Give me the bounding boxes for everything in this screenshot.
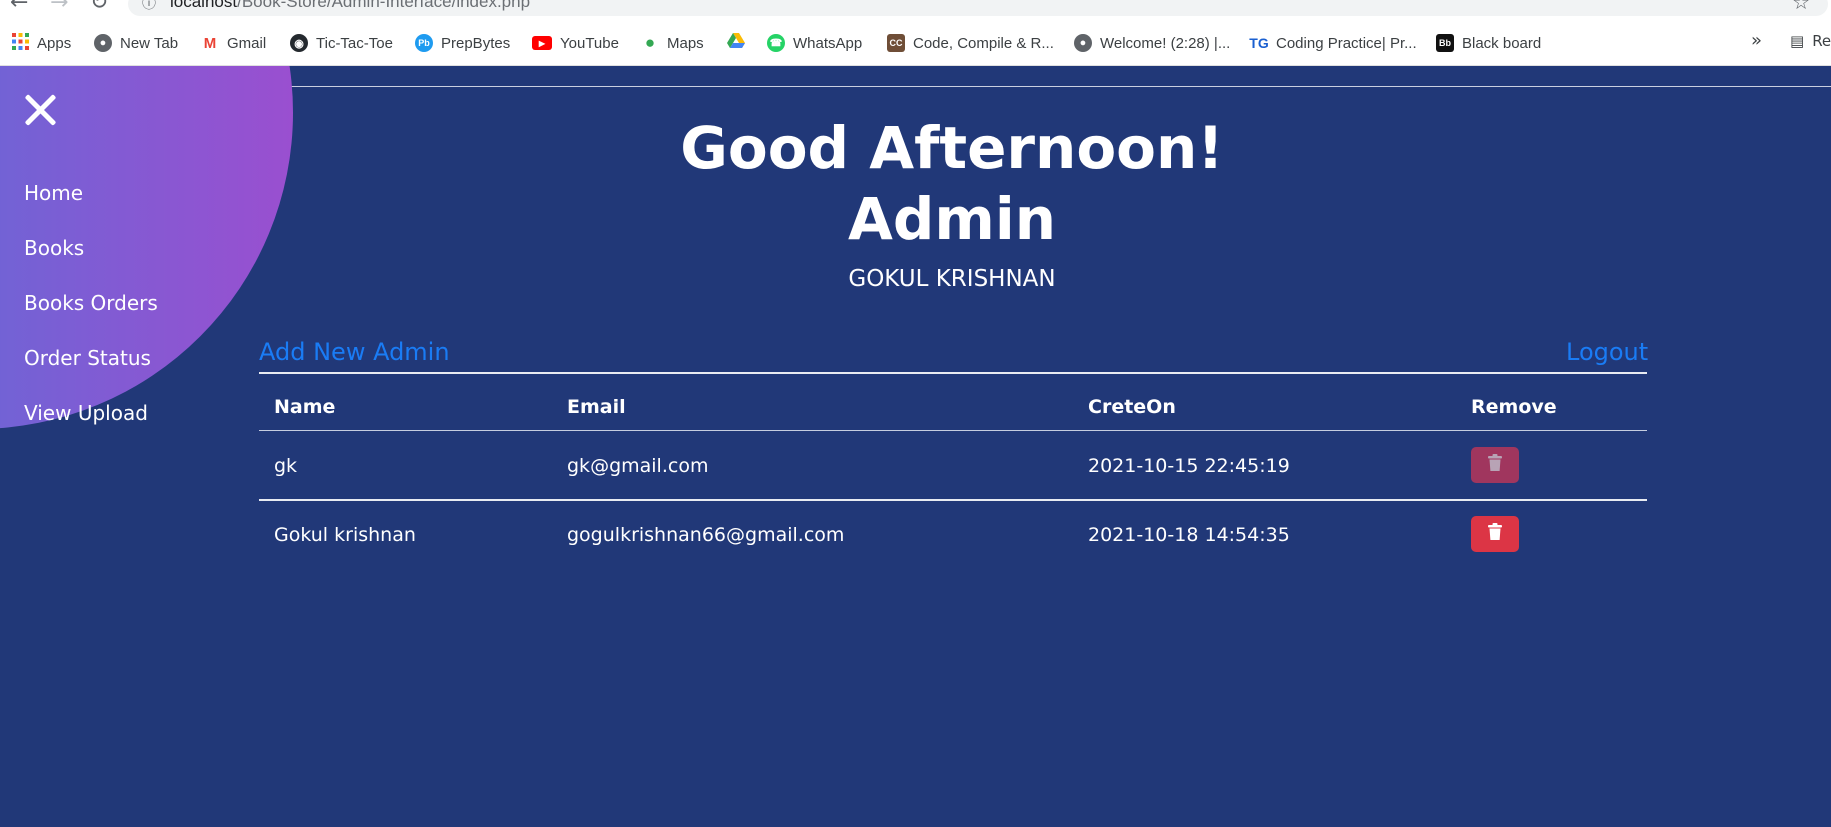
bookmark-star-icon[interactable]: ☆	[1792, 0, 1810, 14]
logout-link[interactable]: Logout	[1566, 338, 1648, 366]
address-bar[interactable]: ⓘ localhost/Book-Store/Admin-Interface/i…	[128, 0, 1828, 16]
apps-grid-icon	[12, 32, 29, 54]
role-heading: Admin	[847, 185, 1056, 253]
bookmark-new-tab[interactable]: ● New Tab	[94, 28, 178, 58]
sidebar-nav: Home Books Books Orders Order Status Vie…	[24, 178, 158, 453]
github-icon: ◉	[290, 34, 308, 52]
bookmark-google-drive[interactable]	[727, 28, 745, 58]
admin-user-name: GOKUL KRISHNAN	[848, 266, 1056, 292]
browser-nav-row: ← → ↻ ⓘ localhost/Book-Store/Admin-Inter…	[0, 0, 1831, 24]
bookmark-gmail[interactable]: M Gmail	[201, 28, 266, 58]
cell-email: gk@gmail.com	[567, 455, 709, 477]
table-header-rule	[259, 430, 1647, 431]
bookmark-maps[interactable]: ● Maps	[641, 28, 704, 58]
blackboard-icon: Bb	[1436, 34, 1454, 52]
sidebar-item-order-status[interactable]: Order Status	[24, 343, 158, 398]
column-header-name: Name	[274, 396, 336, 418]
bookmark-label: WhatsApp	[793, 34, 863, 52]
bookmark-label: Maps	[667, 34, 704, 52]
close-menu-icon[interactable]	[20, 90, 60, 130]
browser-chrome: ← → ↻ ⓘ localhost/Book-Store/Admin-Inter…	[0, 0, 1831, 66]
sidebar-item-home[interactable]: Home	[24, 178, 158, 233]
cell-email: gogulkrishnan66@gmail.com	[567, 524, 845, 546]
youtube-icon: ▶	[532, 36, 552, 50]
whatsapp-icon: ☎	[767, 34, 785, 52]
bookmark-prepbytes[interactable]: Pb PrepBytes	[415, 28, 510, 58]
bookmark-apps[interactable]: Apps	[12, 28, 71, 58]
table-top-rule	[259, 372, 1647, 374]
bookmarks-bar: Apps ● New Tab M Gmail ◉ Tic-Tac-Toe Pb …	[0, 28, 1831, 58]
url-host: localhost	[170, 0, 238, 11]
bookmark-label: Coding Practice| Pr...	[1276, 34, 1417, 52]
remove-admin-button[interactable]	[1471, 516, 1519, 552]
reading-list-label: Re	[1812, 32, 1831, 50]
bookmark-label: Welcome! (2:28) |...	[1100, 34, 1231, 52]
trash-icon	[1487, 454, 1503, 476]
remove-admin-button[interactable]	[1471, 447, 1519, 483]
trash-icon	[1487, 523, 1503, 545]
google-drive-icon	[727, 33, 745, 53]
table-row-rule	[259, 499, 1647, 501]
bookmark-black-board[interactable]: Bb Black board	[1436, 28, 1541, 58]
bookmark-label: Apps	[37, 34, 72, 52]
bookmark-label: Gmail	[227, 34, 267, 52]
column-header-remove: Remove	[1471, 396, 1557, 418]
tg-icon: TG	[1249, 35, 1269, 51]
bookmark-label: Code, Compile & R...	[913, 34, 1054, 52]
prepbytes-icon: Pb	[415, 34, 433, 52]
back-arrow-icon[interactable]: ←	[10, 0, 28, 15]
admin-page: Home Books Books Orders Order Status Vie…	[0, 66, 1831, 827]
reading-list-icon: ▤	[1790, 32, 1805, 50]
bookmark-label: YouTube	[560, 34, 619, 52]
globe-icon: ●	[1074, 34, 1092, 52]
bookmark-whatsapp[interactable]: ☎ WhatsApp	[767, 28, 862, 58]
bookmark-label: PrepBytes	[441, 34, 511, 52]
reading-list-button[interactable]: ▤ Re	[1790, 32, 1831, 50]
url-path: /Book-Store/Admin-Interface/index.php	[237, 0, 531, 11]
cell-created-on: 2021-10-18 14:54:35	[1088, 524, 1290, 546]
reload-icon[interactable]: ↻	[90, 0, 108, 15]
bookmark-label: Black board	[1462, 34, 1542, 52]
greeting-heading: Good Afternoon!	[680, 114, 1224, 182]
gmail-icon: M	[201, 34, 219, 52]
add-new-admin-link[interactable]: Add New Admin	[259, 338, 450, 366]
bookmark-welcome[interactable]: ● Welcome! (2:28) |...	[1074, 28, 1230, 58]
sidebar-item-books[interactable]: Books	[24, 233, 158, 288]
site-info-icon[interactable]: ⓘ	[142, 0, 156, 13]
bookmarks-overflow-chevron[interactable]: »	[1751, 30, 1762, 51]
bookmark-code-compile[interactable]: CC Code, Compile & R...	[887, 28, 1054, 58]
cell-name: gk	[274, 455, 298, 477]
column-header-created-on: CreteOn	[1088, 396, 1176, 418]
cell-name: Gokul krishnan	[274, 524, 416, 546]
address-url[interactable]: localhost/Book-Store/Admin-Interface/ind…	[170, 0, 530, 12]
bookmark-label: Tic-Tac-Toe	[316, 34, 393, 52]
forward-arrow-icon[interactable]: →	[50, 0, 68, 15]
maps-pin-icon: ●	[644, 33, 656, 52]
bookmark-youtube[interactable]: ▶ YouTube	[532, 28, 619, 58]
header-rule	[259, 86, 1831, 87]
column-header-email: Email	[567, 396, 626, 418]
bookmark-tic-tac-toe[interactable]: ◉ Tic-Tac-Toe	[290, 28, 393, 58]
cell-created-on: 2021-10-15 22:45:19	[1088, 455, 1290, 477]
bookmark-coding-practice[interactable]: TG Coding Practice| Pr...	[1249, 28, 1417, 58]
globe-icon: ●	[94, 34, 112, 52]
bookmark-label: New Tab	[120, 34, 179, 52]
sidebar-item-books-orders[interactable]: Books Orders	[24, 288, 158, 343]
codechef-cc-icon: CC	[887, 34, 905, 52]
sidebar-item-view-upload[interactable]: View Upload	[24, 398, 158, 453]
